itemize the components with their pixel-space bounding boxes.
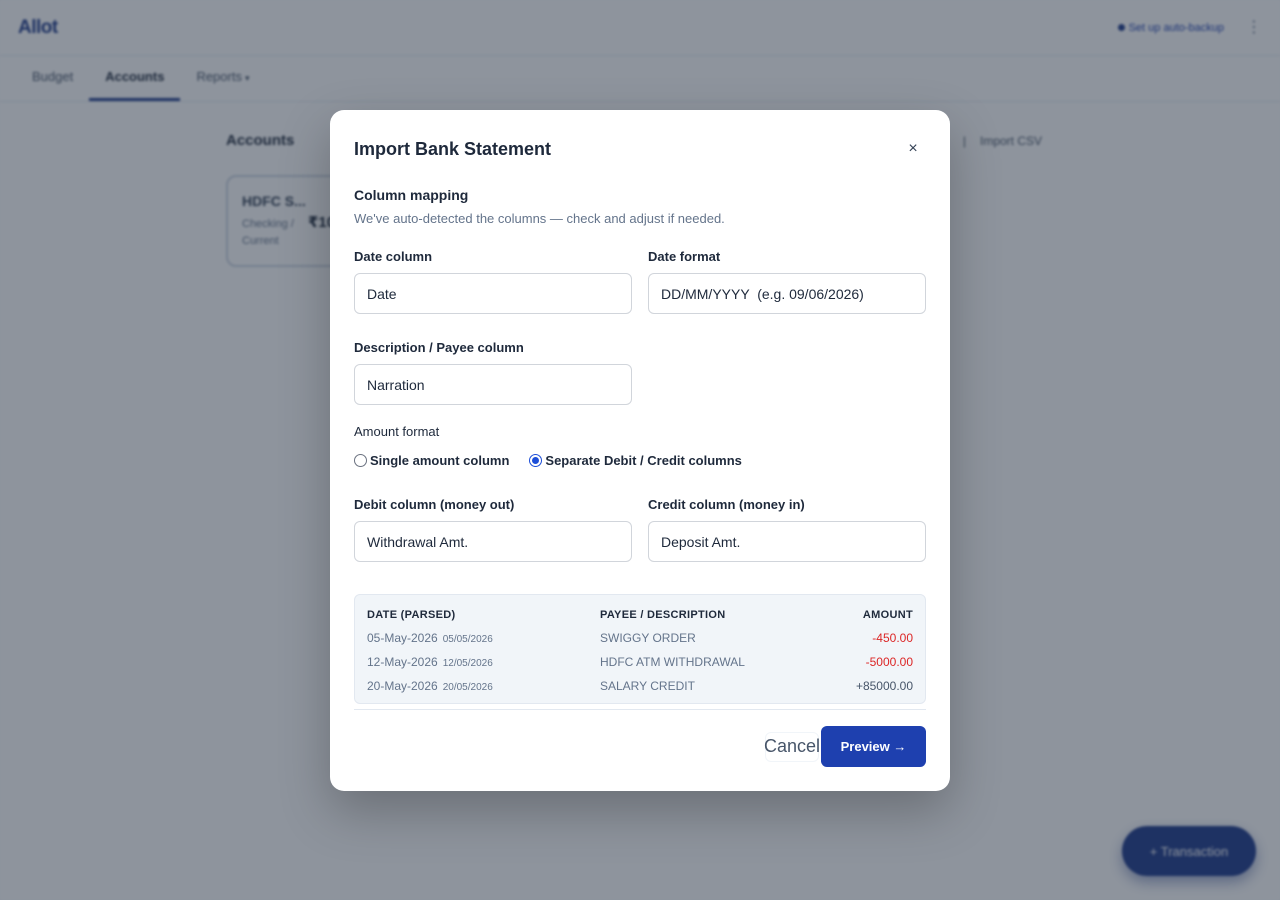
credit-column-field: Credit column (money in) (648, 497, 926, 562)
raw-date: 12/05/2026 (442, 658, 493, 669)
date-column-field: Date column (354, 249, 632, 314)
cancel-button[interactable]: Cancel (764, 731, 820, 762)
amount: -450.00 (872, 631, 913, 645)
column-header-amount: AMOUNT (862, 609, 913, 621)
parsed-date: 20-May-2026 (367, 679, 438, 693)
date-format-field: Date format (648, 249, 926, 314)
column-header-date: DATE (PARSED) (367, 609, 456, 621)
payee: HDFC ATM WITHDRAWAL (600, 655, 745, 669)
payee-column-field: Description / Payee column (354, 340, 632, 405)
parsed-date: 12-May-2026 (367, 655, 438, 669)
table-header: DATE (PARSED) PAYEE / DESCRIPTION AMOUNT (367, 609, 913, 631)
payee: SALARY CREDIT (600, 679, 695, 693)
section-title: Column mapping (354, 187, 469, 203)
date-format-input[interactable] (648, 273, 926, 314)
table-row: 05-May-2026 05/05/2026 SWIGGY ORDER -450.… (367, 631, 913, 655)
debit-column-input[interactable] (354, 521, 632, 562)
dialog-footer: Cancel Preview → (354, 709, 926, 767)
amount: -5000.00 (865, 655, 913, 669)
close-icon[interactable]: × (902, 138, 924, 160)
radio-label: Separate Debit / Credit columns (545, 453, 742, 468)
preview-table: DATE (PARSED) PAYEE / DESCRIPTION AMOUNT… (354, 594, 926, 704)
amount: +85000.00 (855, 679, 913, 693)
column-header-payee: PAYEE / DESCRIPTION (600, 609, 726, 621)
radio-circle-selected[interactable] (529, 454, 543, 467)
radio-single-amount[interactable]: Single amount column (354, 453, 509, 468)
debit-column-field: Debit column (money out) (354, 497, 632, 562)
credit-column-label: Credit column (money in) (648, 497, 805, 512)
amount-format-label: Amount format (354, 424, 440, 439)
table-row: 20-May-2026 20/05/2026 SALARY CREDIT +850… (367, 679, 913, 703)
radio-label: Single amount column (370, 453, 510, 468)
dialog-title: Import Bank Statement (354, 138, 552, 159)
payee-column-input[interactable] (354, 364, 632, 405)
import-statement-dialog: Import Bank Statement × Column mapping W… (330, 110, 950, 791)
table-row: 12-May-2026 12/05/2026 HDFC ATM WITHDRAWA… (367, 655, 913, 679)
preview-button[interactable]: Preview → (821, 726, 926, 767)
raw-date: 20/05/2026 (442, 682, 493, 693)
date-column-label: Date column (354, 249, 433, 264)
raw-date: 05/05/2026 (442, 634, 493, 645)
debit-column-label: Debit column (money out) (354, 497, 515, 512)
payee-column-label: Description / Payee column (354, 340, 524, 355)
parsed-date: 05-May-2026 (367, 631, 438, 645)
section-description: We've auto-detected the columns — check … (354, 211, 725, 226)
payee: SWIGGY ORDER (600, 631, 696, 645)
credit-column-input[interactable] (648, 521, 926, 562)
radio-circle[interactable] (354, 454, 367, 467)
date-format-label: Date format (648, 249, 721, 264)
amount-format-group: Single amount column Separate Debit / Cr… (354, 453, 926, 468)
date-column-input[interactable] (354, 273, 632, 314)
radio-separate-debit-credit[interactable]: Separate Debit / Credit columns (529, 453, 742, 468)
